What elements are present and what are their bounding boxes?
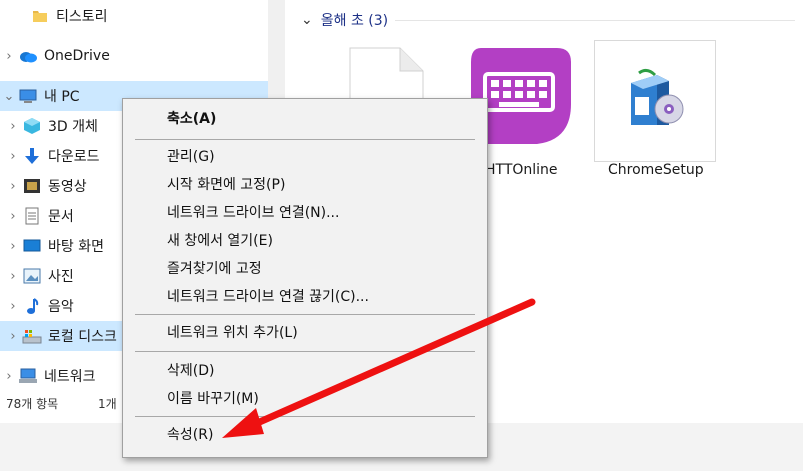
- nav-item-label: 네트워크: [44, 369, 96, 385]
- status-selected-count: 1개: [98, 397, 117, 411]
- chevron-down-icon[interactable]: ⌄: [301, 12, 313, 28]
- file-name-chromesetup: ChromeSetup: [608, 162, 704, 178]
- chevron-right-icon[interactable]: ›: [4, 209, 22, 224]
- menu-item-label: 관리(G): [167, 149, 215, 165]
- menu-item-label: 새 창에서 열기(E): [167, 233, 273, 249]
- menu-item-label: 시작 화면에 고정(P): [167, 177, 286, 193]
- nav-item-label: 로컬 디스크: [48, 329, 117, 345]
- menu-item-delete[interactable]: 삭제(D): [123, 357, 487, 383]
- menu-separator: [135, 314, 475, 315]
- menu-separator: [135, 416, 475, 417]
- menu-item-label: 삭제(D): [167, 363, 215, 379]
- document-icon: [22, 206, 42, 226]
- nav-item-label: 음악: [48, 299, 74, 315]
- 3d-objects-icon: [22, 116, 42, 136]
- menu-item-label: 네트워크 위치 추가(L): [167, 325, 298, 341]
- menu-item-rename[interactable]: 이름 바꾸기(M): [123, 385, 487, 411]
- nav-item-label: 바탕 화면: [48, 239, 104, 255]
- group-divider: [395, 20, 795, 21]
- download-arrow-icon: [22, 146, 42, 166]
- video-icon: [22, 176, 42, 196]
- nav-item-tistory[interactable]: 티스토리: [0, 1, 268, 31]
- menu-separator: [135, 351, 475, 352]
- nav-item-label: 내 PC: [44, 89, 80, 105]
- installer-box-icon: [623, 67, 687, 135]
- group-header[interactable]: ⌄ 올해 초 (3): [301, 10, 388, 30]
- pc-icon: [18, 86, 38, 106]
- nav-item-label: 다운로드: [48, 149, 100, 165]
- menu-item-collapse[interactable]: 축소(A): [123, 105, 487, 131]
- nav-item-onedrive[interactable]: › OneDrive: [0, 41, 268, 71]
- chevron-right-icon[interactable]: ›: [4, 329, 22, 344]
- status-item-count: 78개 항목: [6, 397, 59, 411]
- chevron-right-icon[interactable]: ›: [4, 179, 22, 194]
- context-menu: 축소(A) 관리(G) 시작 화면에 고정(P) 네트워크 드라이브 연결(N)…: [122, 98, 488, 458]
- folder-icon: [30, 6, 50, 26]
- nav-item-label: 티스토리: [56, 9, 108, 25]
- chevron-right-icon[interactable]: ›: [0, 369, 18, 384]
- file-name-httonline: HTTOnline: [485, 162, 558, 178]
- group-header-label: 올해 초 (3): [320, 13, 389, 29]
- menu-item-disconnect-network-drive[interactable]: 네트워크 드라이브 연결 끊기(C)...: [123, 283, 487, 309]
- menu-item-label: 즐겨찾기에 고정: [167, 261, 262, 277]
- file-tile-chromesetup[interactable]: [594, 40, 716, 162]
- chevron-right-icon[interactable]: ›: [4, 119, 22, 134]
- menu-separator: [135, 139, 475, 140]
- pictures-icon: [22, 266, 42, 286]
- menu-item-label: 네트워크 드라이브 연결 끊기(C)...: [167, 289, 369, 305]
- menu-item-label: 속성(R): [167, 427, 214, 443]
- chevron-right-icon[interactable]: ›: [4, 239, 22, 254]
- chevron-right-icon[interactable]: ›: [4, 149, 22, 164]
- nav-item-label: 문서: [48, 209, 74, 225]
- chevron-right-icon[interactable]: ›: [4, 299, 22, 314]
- menu-item-label: 네트워크 드라이브 연결(N)...: [167, 205, 340, 221]
- network-icon: [18, 366, 38, 386]
- chevron-right-icon[interactable]: ›: [0, 49, 18, 64]
- menu-item-label: 축소(A): [167, 111, 217, 127]
- nav-item-label: OneDrive: [44, 48, 110, 64]
- menu-item-pin-to-start[interactable]: 시작 화면에 고정(P): [123, 171, 487, 197]
- nav-item-label: 동영상: [48, 179, 87, 195]
- desktop-icon: [22, 236, 42, 256]
- menu-item-properties[interactable]: 속성(R): [123, 421, 487, 447]
- music-note-icon: [22, 296, 42, 316]
- nav-item-label: 사진: [48, 269, 74, 285]
- nav-item-label: 3D 개체: [48, 119, 98, 135]
- chevron-down-icon[interactable]: ⌄: [0, 89, 18, 104]
- menu-item-open-new-window[interactable]: 새 창에서 열기(E): [123, 227, 487, 253]
- local-disk-icon: [22, 326, 42, 346]
- menu-item-label: 이름 바꾸기(M): [167, 391, 259, 407]
- menu-item-pin-to-favorites[interactable]: 즐겨찾기에 고정: [123, 255, 487, 281]
- onedrive-cloud-icon: [18, 46, 38, 66]
- menu-item-manage[interactable]: 관리(G): [123, 143, 487, 169]
- menu-item-add-network-location[interactable]: 네트워크 위치 추가(L): [123, 319, 487, 345]
- chevron-right-icon[interactable]: ›: [4, 269, 22, 284]
- menu-item-map-network-drive[interactable]: 네트워크 드라이브 연결(N)...: [123, 199, 487, 225]
